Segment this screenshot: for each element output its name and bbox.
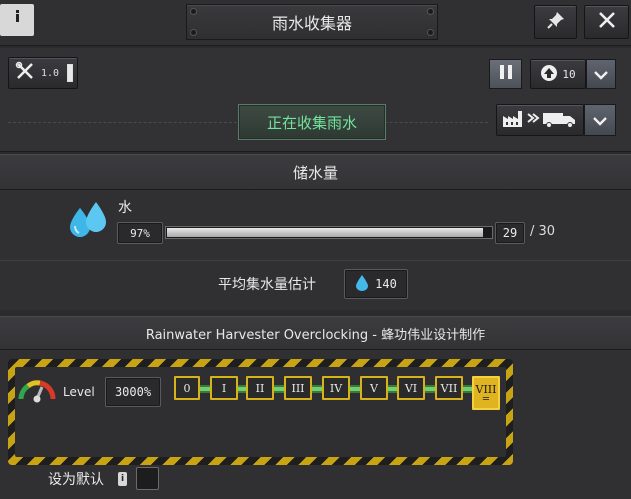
- close-icon: [598, 11, 616, 33]
- storage-progress-bar: [165, 226, 493, 239]
- screw: [428, 9, 433, 14]
- output-display[interactable]: [496, 104, 584, 136]
- tool-toggle-button[interactable]: 1.0: [8, 57, 78, 89]
- resource-name: 水: [118, 200, 132, 216]
- average-collection-value: 140: [344, 269, 408, 299]
- stored-amount: 29: [495, 222, 525, 244]
- level-button-iv[interactable]: IV: [322, 376, 350, 400]
- info-icon: [8, 7, 26, 33]
- level-button-label: VI: [404, 381, 418, 395]
- chevron-down-icon: [593, 65, 609, 84]
- screw: [191, 9, 196, 14]
- storage-progress-fill: [167, 228, 483, 237]
- level-button-label: 0: [183, 381, 191, 395]
- average-collection-label: 平均集水量估计: [218, 277, 316, 293]
- title-bar: 雨水收集器: [0, 0, 631, 46]
- divider: [0, 260, 631, 261]
- info-button[interactable]: [0, 4, 34, 36]
- output-dropdown-button[interactable]: [584, 104, 616, 136]
- output-selector[interactable]: [496, 104, 616, 136]
- priority-selector[interactable]: 10: [530, 59, 616, 89]
- level-button-label: VII: [440, 381, 458, 395]
- screw: [191, 30, 196, 35]
- overclock-header: Rainwater Harvester Overclocking - 蜂功伟业设…: [0, 316, 631, 350]
- level-button-v[interactable]: V: [360, 376, 388, 400]
- info-icon[interactable]: i: [118, 472, 127, 486]
- fill-percent: 97%: [117, 222, 163, 244]
- up-arrow-circle-icon: [540, 64, 558, 85]
- chevron-down-icon: [592, 111, 608, 130]
- water-drops-icon: [66, 198, 110, 242]
- storage-title: 储水量: [292, 163, 338, 182]
- close-button[interactable]: [584, 5, 629, 39]
- set-default-label: 设为默认: [48, 472, 104, 488]
- level-button-vi[interactable]: VI: [397, 376, 425, 400]
- level-button-vii[interactable]: VII: [435, 376, 463, 400]
- level-button-label: I: [221, 381, 227, 395]
- window-title: 雨水收集器: [186, 4, 438, 40]
- level-button-i[interactable]: I: [210, 376, 238, 400]
- wrench-screwdriver-icon: [15, 61, 35, 85]
- control-panel: 1.0 10 正在收集雨水: [0, 48, 631, 152]
- capacity-text: / 30: [530, 224, 556, 239]
- screw: [428, 30, 433, 35]
- level-label: Level: [63, 385, 95, 399]
- water-drop-icon: [355, 274, 369, 295]
- factory-to-truck-icon: [501, 107, 579, 133]
- window-title-text: 雨水收集器: [271, 14, 352, 33]
- pause-icon: [499, 64, 513, 84]
- collecting-status-button[interactable]: 正在收集雨水: [238, 104, 386, 140]
- tool-level-bar: [67, 64, 74, 82]
- pin-button[interactable]: [534, 5, 577, 39]
- level-button-0[interactable]: 0: [174, 376, 200, 400]
- status-text: 正在收集雨水: [266, 113, 357, 132]
- overclock-title: Rainwater Harvester Overclocking - 蜂功伟业设…: [145, 327, 486, 343]
- level-button-ii[interactable]: II: [246, 376, 274, 400]
- speed-gauge-icon: [18, 377, 56, 403]
- active-level-marker: =: [481, 393, 491, 405]
- storage-header: 储水量: [0, 154, 631, 190]
- tool-value: 1.0: [41, 67, 60, 79]
- pause-button[interactable]: [489, 59, 522, 89]
- level-button-label: II: [255, 381, 265, 395]
- priority-value: 10: [562, 67, 576, 81]
- average-value-text: 140: [375, 277, 397, 291]
- level-button-iii[interactable]: III: [284, 376, 312, 400]
- level-button-label: V: [370, 381, 378, 395]
- level-button-label: IV: [329, 381, 343, 395]
- pin-icon: [546, 11, 565, 33]
- level-button-viii[interactable]: VIII =: [472, 376, 500, 410]
- level-value: 3000%: [105, 377, 161, 407]
- priority-display[interactable]: 10: [530, 59, 586, 89]
- level-button-label: III: [291, 381, 305, 395]
- priority-dropdown-button[interactable]: [586, 59, 616, 89]
- set-default-checkbox[interactable]: [136, 467, 159, 490]
